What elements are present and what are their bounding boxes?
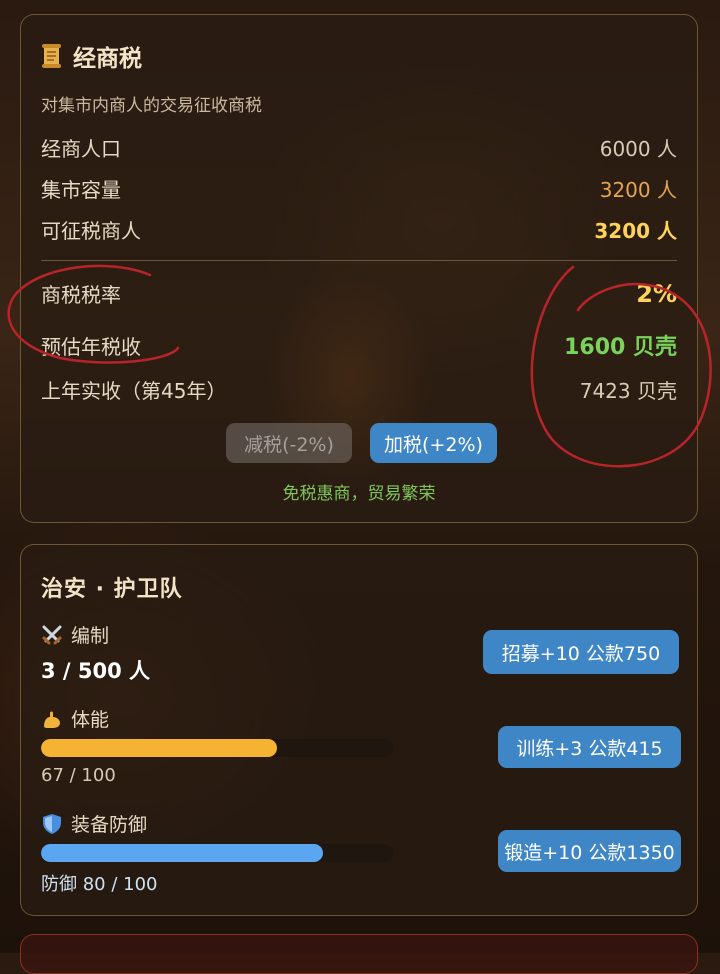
- tax-divider: [41, 260, 677, 261]
- market-capacity-row: 集市容量 3200 人: [41, 174, 677, 203]
- security-guard-card: 治安 · 护卫队 编制 3 / 500 人 招募+10 公款750 体能 67 …: [20, 544, 698, 916]
- market-capacity-value: 3200 人: [599, 178, 677, 202]
- tax-rate-label: 商税税率: [41, 283, 121, 307]
- market-capacity-label: 集市容量: [41, 178, 121, 202]
- last-year-tax-value: 7423 贝壳: [579, 379, 677, 403]
- tax-rate-row: 商税税率 2%: [41, 279, 677, 308]
- train-button[interactable]: 训练+3 公款415: [498, 726, 681, 768]
- next-card-edge: [20, 934, 698, 974]
- armor-bar: [41, 844, 393, 862]
- armor-value: 防御 80 / 100: [41, 874, 158, 895]
- tax-rate-value: 2%: [636, 279, 677, 308]
- guard-card-title: 治安 · 护卫队: [41, 577, 183, 602]
- estimated-tax-row: 预估年税收 1600 贝壳: [41, 329, 677, 361]
- stamina-value: 67 / 100: [41, 765, 116, 786]
- tax-card-title: 经商税: [41, 39, 142, 73]
- stamina-bar-fill: [41, 739, 277, 757]
- increase-tax-button[interactable]: 加税(+2%): [370, 423, 497, 463]
- estimated-tax-value: 1600 贝壳: [564, 335, 677, 360]
- taxable-merchants-label: 可征税商人: [41, 219, 141, 243]
- roster-label: 编制: [71, 625, 110, 647]
- merchant-population-row: 经商人口 6000 人: [41, 133, 677, 162]
- flexed-arm-icon: [41, 708, 63, 730]
- crossed-swords-icon: [41, 624, 63, 646]
- stamina-label: 体能: [71, 709, 110, 731]
- roster-heading: 编制: [41, 621, 109, 648]
- business-tax-card: 经商税 对集市内商人的交易征收商税 经商人口 6000 人 集市容量 3200 …: [20, 14, 698, 523]
- tax-subtitle: 对集市内商人的交易征收商税: [41, 96, 262, 116]
- tax-title-text: 经商税: [73, 46, 142, 72]
- last-year-tax-row: 上年实收（第45年） 7423 贝壳: [41, 375, 677, 404]
- tax-hint: 免税惠商，贸易繁荣: [282, 484, 436, 504]
- taxable-merchants-value: 3200 人: [594, 219, 677, 243]
- estimated-tax-label: 预估年税收: [41, 334, 141, 359]
- roster-value: 3 / 500 人: [41, 659, 151, 683]
- forge-button[interactable]: 锻造+10 公款1350: [498, 830, 681, 872]
- merchant-population-value: 6000 人: [599, 137, 677, 161]
- armor-label: 装备防御: [71, 814, 148, 836]
- scroll-icon: [41, 43, 63, 69]
- decrease-tax-button[interactable]: 减税(-2%): [226, 423, 352, 463]
- merchant-population-label: 经商人口: [41, 137, 121, 161]
- shield-icon: [41, 813, 63, 835]
- stamina-bar: [41, 739, 393, 757]
- recruit-button[interactable]: 招募+10 公款750: [483, 630, 679, 674]
- armor-heading: 装备防御: [41, 810, 147, 837]
- taxable-merchants-row: 可征税商人 3200 人: [41, 215, 677, 244]
- stamina-heading: 体能: [41, 705, 109, 732]
- armor-bar-fill: [41, 844, 323, 862]
- last-year-tax-label: 上年实收（第45年）: [41, 379, 227, 403]
